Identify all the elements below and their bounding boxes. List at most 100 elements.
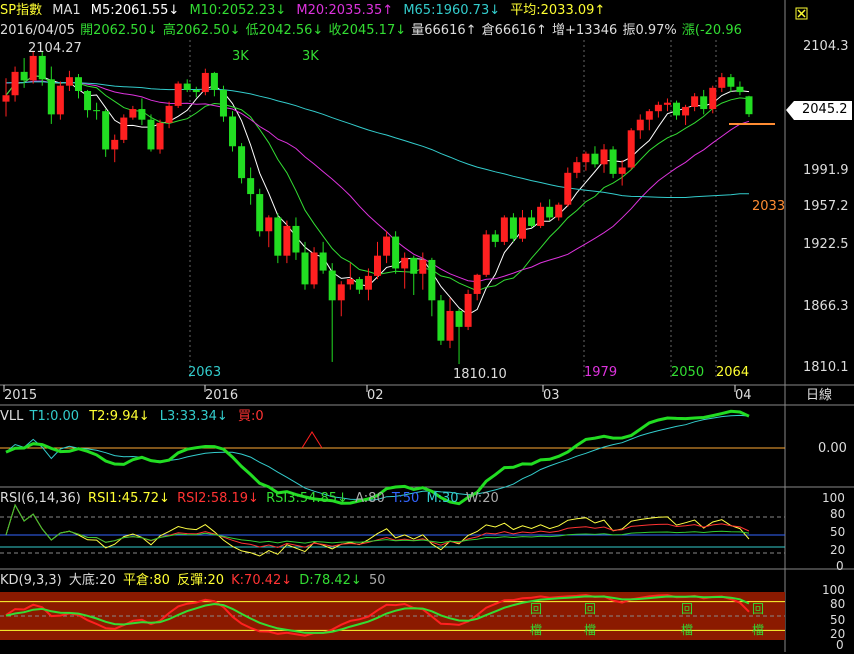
rsi3-value: RSI3:54.85↓: [266, 491, 348, 506]
rsi-title: RSI(6,14,36): [0, 491, 81, 506]
candle-body: [156, 122, 164, 150]
candle-body: [29, 55, 37, 81]
candle-body: [355, 279, 363, 290]
rsi-tick: 80: [830, 507, 846, 521]
day-label-2063: 2063: [188, 365, 222, 380]
vll-buy: 買:0: [237, 409, 264, 424]
vll-tick: 0.00: [818, 441, 847, 456]
y-tick-label: 2104.3: [803, 39, 849, 54]
vll-t2: T2:9.94↓: [89, 409, 150, 424]
y-tick-label: 1810.1: [803, 360, 849, 375]
candle-body: [247, 178, 255, 195]
candle-body: [392, 236, 400, 269]
candle-body: [47, 79, 55, 115]
candle-body: [464, 293, 472, 327]
kd-k-value: K:70.42↓: [231, 573, 293, 588]
kd-mark: 回: [584, 602, 597, 616]
ma-lines: [5, 75, 775, 316]
vll-title: VLL: [0, 409, 24, 424]
candle-body: [682, 106, 690, 116]
candle-body: [310, 252, 318, 285]
candle-body: [174, 83, 182, 106]
y-tick-label: 1957.2: [803, 199, 849, 214]
candle-body: [401, 257, 409, 269]
rsi1-line: [5, 503, 750, 557]
candle-body: [645, 111, 653, 120]
candle-body: [84, 91, 92, 111]
rsi-m-level: M:30: [426, 491, 459, 506]
candle-body: [165, 105, 173, 123]
candle-body: [573, 162, 581, 173]
candle-body: [265, 217, 273, 232]
candle-body: [56, 85, 64, 115]
candle-body: [509, 217, 517, 239]
candle-body: [618, 167, 626, 174]
candle-body: [537, 206, 545, 226]
candle-body: [491, 234, 499, 242]
candle-body: [93, 110, 101, 112]
candle-body: [727, 77, 735, 87]
rsi-w-level: W:20: [465, 491, 499, 506]
y-tick-label: 1991.9: [803, 163, 849, 178]
candle-body: [437, 300, 445, 341]
kd-mark: 檔: [530, 623, 543, 637]
period-selector[interactable]: 日線: [806, 387, 832, 405]
y-tick-label: 1866.3: [803, 299, 849, 314]
candle-body: [229, 116, 237, 147]
kd-mark: 回: [752, 602, 765, 616]
kd-title: KD(9,3,3): [0, 573, 62, 588]
kd-mark: 回: [681, 602, 694, 616]
close-value: 收2045.17↓: [328, 23, 407, 38]
candle-body: [482, 234, 490, 275]
candle-body: [138, 109, 146, 120]
indicator-lines: [0, 409, 785, 640]
oi-value: 倉66616↑: [481, 23, 547, 38]
rsi-t-level: T:50: [391, 491, 420, 506]
rsi2-value: RSI2:58.19↓: [177, 491, 259, 506]
candle-body: [691, 96, 699, 107]
candle-body: [11, 71, 19, 96]
candle-body: [428, 259, 436, 301]
inc-value: 增+13346: [552, 23, 618, 38]
close-icon[interactable]: [795, 7, 808, 20]
candle-body: [374, 255, 381, 276]
candle-body: [319, 252, 327, 271]
high-value: 高2062.50↓: [162, 23, 241, 38]
candle-body: [364, 275, 372, 290]
bar-date: 2016/04/05: [0, 23, 75, 38]
candle-body: [419, 259, 427, 274]
low-value: 低2042.56↓: [245, 23, 324, 38]
candle-body: [301, 252, 309, 285]
volume-value: 量66616↑: [411, 23, 477, 38]
candle-body: [410, 257, 418, 274]
candle-body: [283, 225, 291, 256]
x-tick-label: 2015: [4, 388, 38, 403]
candle-body: [718, 77, 726, 88]
rsi-tick: 50: [830, 525, 846, 539]
rsi1-value: RSI1:45.72↓: [88, 491, 170, 506]
candle-body: [219, 89, 227, 117]
x-tick-label: 2016: [205, 388, 239, 403]
rsi-legend: RSI(6,14,36) RSI1:45.72↓ RSI2:58.19↓ RSI…: [0, 490, 505, 508]
candle-body: [609, 149, 617, 174]
rsi-a-level: A:80: [355, 491, 385, 506]
candle-body: [663, 102, 671, 105]
candle-body: [528, 217, 536, 226]
rsi2-line: [5, 503, 750, 549]
kd-mark: 檔: [584, 623, 597, 637]
candle-body: [292, 225, 300, 253]
candle-body: [120, 117, 128, 140]
candle-body: [65, 77, 73, 86]
candle-body: [555, 204, 563, 218]
candle-body: [636, 119, 644, 131]
change-value: 漲(-20.96: [681, 23, 742, 38]
candle-body: [709, 87, 717, 110]
grid-layer: [0, 0, 854, 652]
candle-body: [129, 109, 137, 118]
ma65-value: M65:1960.73↓: [403, 3, 501, 18]
x-tick-label: 03: [543, 388, 560, 403]
vll-l3: L3:33.34↓: [159, 409, 228, 424]
header-row-2: 2016/04/05 開2062.50↓ 高2062.50↓ 低2042.56↓…: [0, 22, 748, 40]
candle-body: [518, 217, 526, 239]
vll-signal-marker: [301, 431, 323, 449]
